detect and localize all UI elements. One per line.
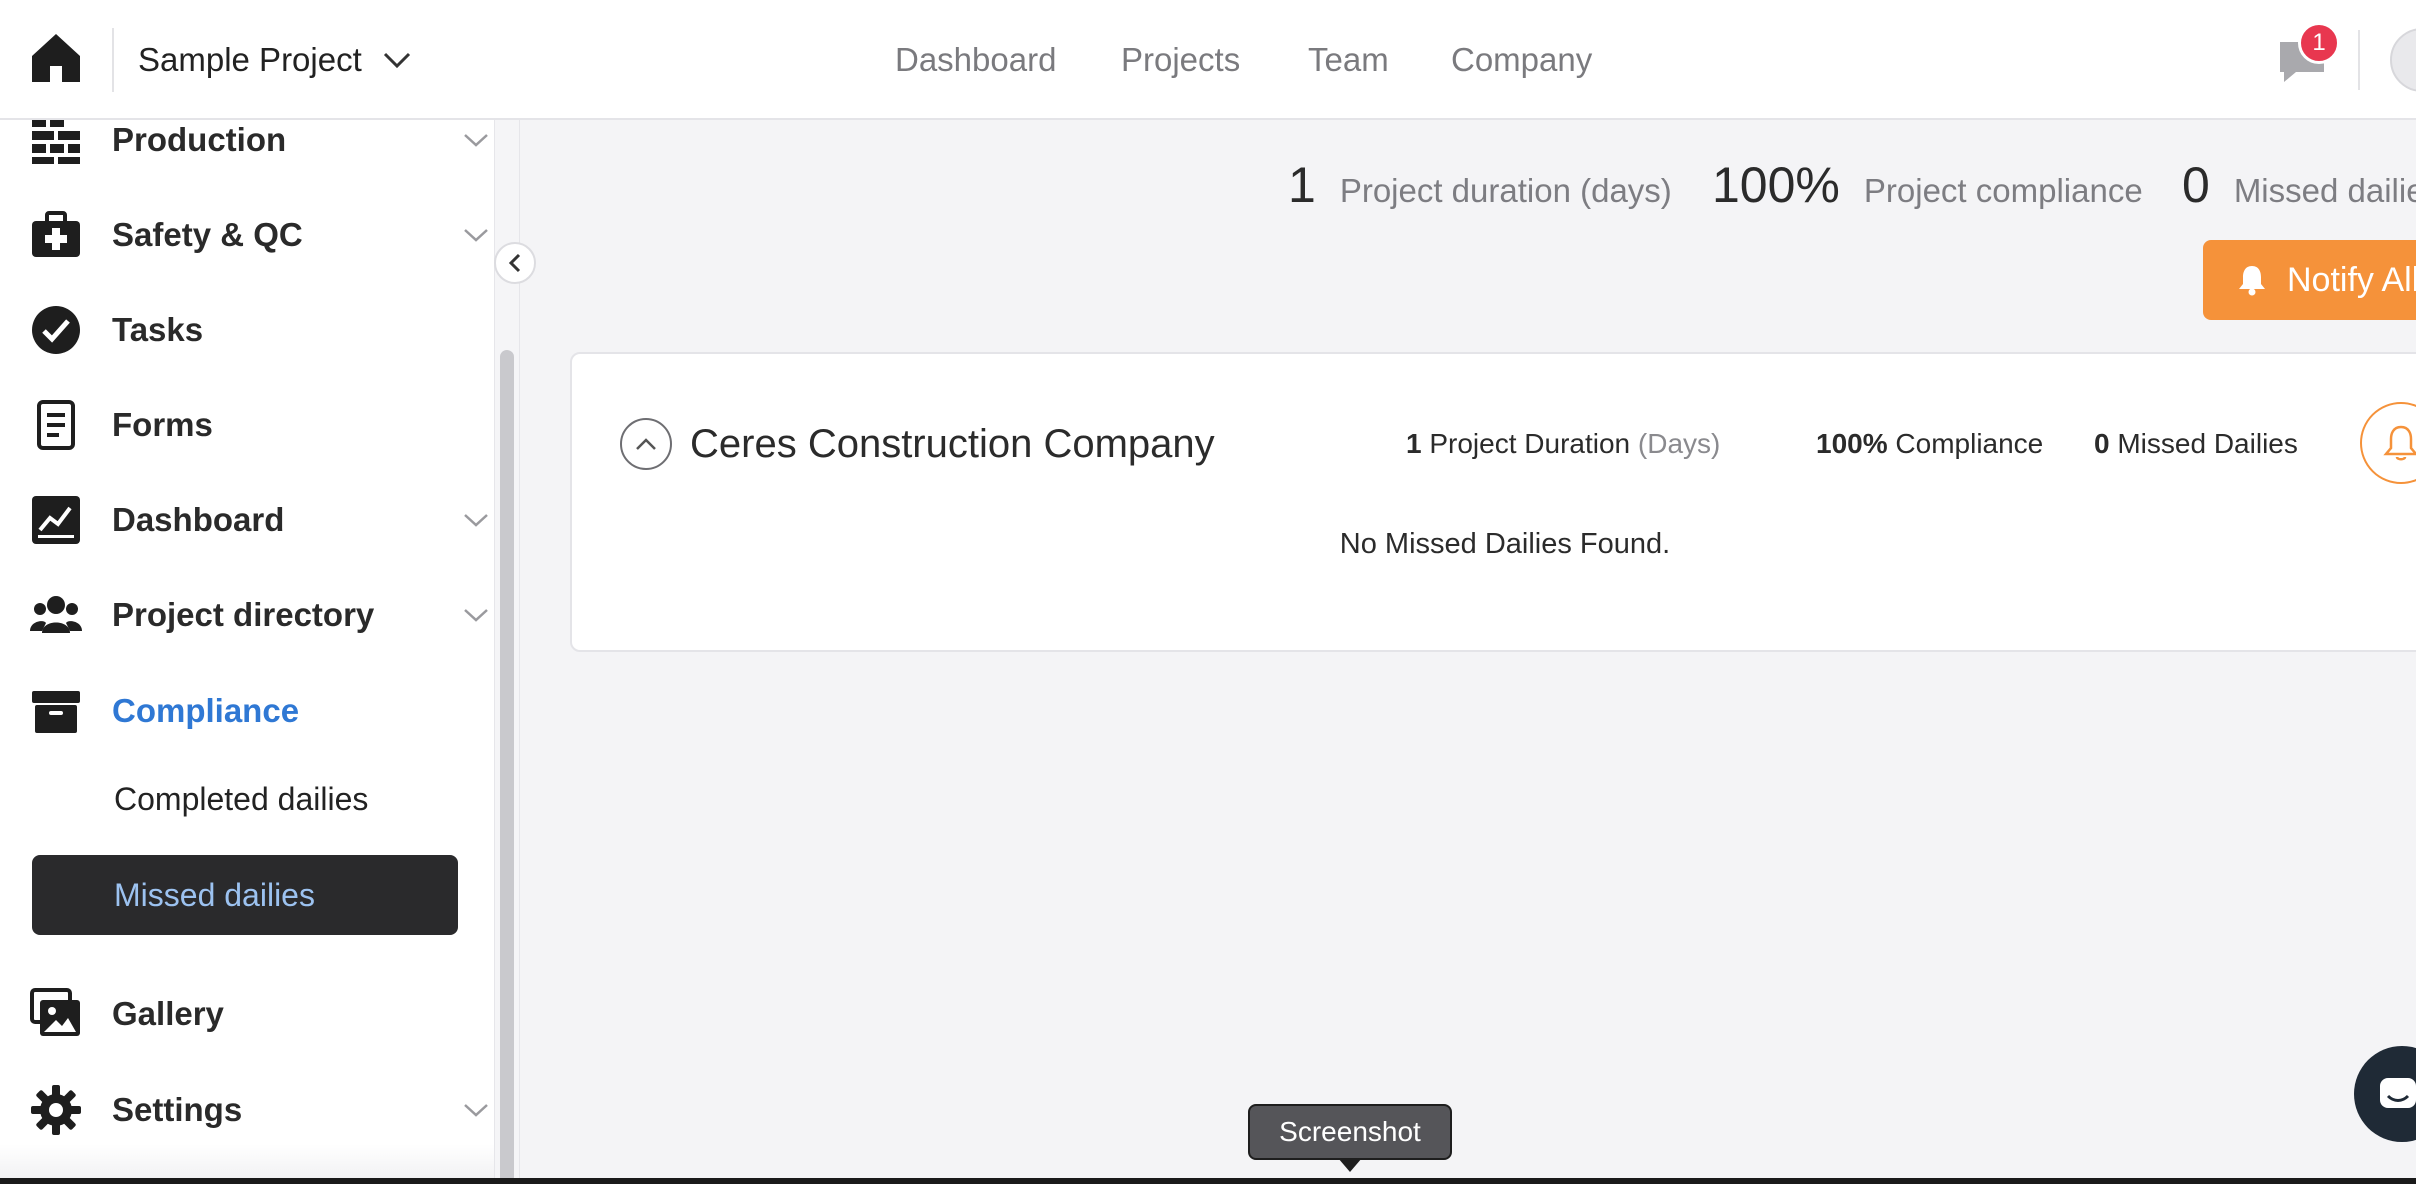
stat-value: 0 xyxy=(2094,428,2110,459)
chevron-down-icon xyxy=(464,134,488,147)
home-icon[interactable] xyxy=(28,30,84,86)
gear-icon xyxy=(30,1084,82,1136)
sidebar-item-missed-dailies[interactable]: Missed dailies xyxy=(32,855,458,935)
stat-label: Missed dailies xyxy=(2233,172,2416,209)
archive-box-icon xyxy=(30,685,82,737)
users-icon xyxy=(30,589,82,641)
stat-value: 1 xyxy=(1406,428,1422,459)
brick-wall-icon xyxy=(30,120,82,166)
sidebar-item-label: Completed dailies xyxy=(114,780,369,817)
sidebar-item-label: Project directory xyxy=(112,596,375,633)
document-icon xyxy=(30,399,82,451)
chat-bubble-icon xyxy=(2380,1078,2416,1108)
topbar-divider-right xyxy=(2358,30,2360,90)
stat-missed-dailies: 0 Missed dailies xyxy=(2182,156,2416,214)
chevron-left-icon xyxy=(508,253,521,273)
sidebar-item-project-directory[interactable]: Project directory xyxy=(0,575,494,655)
bell-icon xyxy=(2239,266,2265,296)
stat-unit: (Days) xyxy=(1637,428,1721,459)
sidebar-item-settings[interactable]: Settings xyxy=(0,1070,494,1150)
chevron-down-icon xyxy=(464,1104,488,1117)
stat-project-compliance: 100% Project compliance xyxy=(1712,156,2143,214)
chevron-down-icon xyxy=(383,52,410,69)
check-circle-icon xyxy=(30,304,82,356)
window-bottom-edge xyxy=(0,1178,2416,1184)
nav-team[interactable]: Team xyxy=(1308,36,1389,84)
sidebar-item-gallery[interactable]: Gallery xyxy=(0,974,494,1054)
sidebar-item-safety-qc[interactable]: Safety & QC xyxy=(0,195,494,275)
stat-value: 1 xyxy=(1288,157,1316,213)
scrollbar-thumb[interactable] xyxy=(500,350,514,1184)
stat-value: 100% xyxy=(1712,157,1840,213)
stat-label: Project compliance xyxy=(1863,172,2143,209)
sidebar-item-label: Dashboard xyxy=(112,501,285,538)
summary-stats: 1 Project duration (days) 100% Project c… xyxy=(520,156,2416,226)
stat-label: Project Duration xyxy=(1429,428,1631,459)
sidebar-item-label: Production xyxy=(112,121,287,158)
top-bar: Sample Project Dashboard Projects Team C… xyxy=(0,0,2416,120)
nav-company[interactable]: Company xyxy=(1451,36,1592,84)
notify-all-button[interactable]: Notify All xyxy=(2203,240,2416,320)
stat-project-duration: 1 Project duration (days) xyxy=(1288,156,1672,214)
company-stats: 1 Project Duration (Days) 100% Complianc… xyxy=(572,428,2416,468)
tooltip-tail xyxy=(1338,1158,1362,1172)
sidebar-item-label: Compliance xyxy=(112,692,300,729)
nav-dashboard[interactable]: Dashboard xyxy=(895,36,1056,84)
stat-label: Missed Dailies xyxy=(2117,428,2298,459)
project-name: Sample Project xyxy=(138,41,362,78)
chart-line-icon xyxy=(30,494,82,546)
sidebar-item-dashboard[interactable]: Dashboard xyxy=(0,480,494,560)
company-stat-duration: 1 Project Duration (Days) xyxy=(1406,428,1720,460)
stat-value: 100% xyxy=(1816,428,1888,459)
chevron-down-icon xyxy=(464,229,488,242)
sidebar-item-completed-dailies[interactable]: Completed dailies xyxy=(32,759,458,839)
screenshot-tooltip: Screenshot xyxy=(1248,1104,1452,1160)
sidebar-item-label: Missed dailies xyxy=(114,876,315,913)
sidebar-item-forms[interactable]: Forms xyxy=(0,385,494,465)
sidebar-item-label: Safety & QC xyxy=(112,216,303,253)
topbar-divider xyxy=(112,28,114,92)
first-aid-kit-icon xyxy=(30,209,82,261)
company-stat-compliance: 100% Compliance xyxy=(1816,428,2043,460)
company-stat-missed: 0 Missed Dailies xyxy=(2094,428,2298,460)
project-selector[interactable]: Sample Project xyxy=(138,36,412,84)
gallery-icon xyxy=(30,988,82,1040)
notification-badge: 1 xyxy=(2298,22,2340,64)
avatar[interactable] xyxy=(2390,28,2416,92)
chevron-down-icon xyxy=(464,609,488,622)
chevron-down-icon xyxy=(464,514,488,527)
notify-company-button[interactable] xyxy=(2360,402,2416,484)
sidebar-item-label: Settings xyxy=(112,1091,243,1128)
sidebar-item-compliance[interactable]: Compliance xyxy=(0,671,494,751)
collapse-sidebar-button[interactable] xyxy=(494,242,536,284)
bell-icon xyxy=(2383,425,2416,461)
empty-state-message: No Missed Dailies Found. xyxy=(1339,528,1671,560)
nav-projects[interactable]: Projects xyxy=(1121,36,1240,84)
stat-value: 0 xyxy=(2182,157,2210,213)
sidebar-item-label: Forms xyxy=(112,406,213,443)
main-content: 1 Project duration (days) 100% Project c… xyxy=(520,120,2416,1184)
sidebar-item-tasks[interactable]: Tasks xyxy=(0,290,494,370)
stat-label: Project duration (days) xyxy=(1339,172,1672,209)
notify-all-label: Notify All xyxy=(2287,260,2416,299)
company-card: Ceres Construction Company 1 Project Dur… xyxy=(570,352,2416,652)
sidebar-item-production[interactable]: Production xyxy=(0,120,494,180)
sidebar-item-label: Gallery xyxy=(112,995,224,1032)
sidebar: Production Safety & QC Tasks Forms Dashb… xyxy=(0,120,494,1184)
stat-label: Compliance xyxy=(1895,428,2044,459)
sidebar-item-label: Tasks xyxy=(112,311,204,348)
